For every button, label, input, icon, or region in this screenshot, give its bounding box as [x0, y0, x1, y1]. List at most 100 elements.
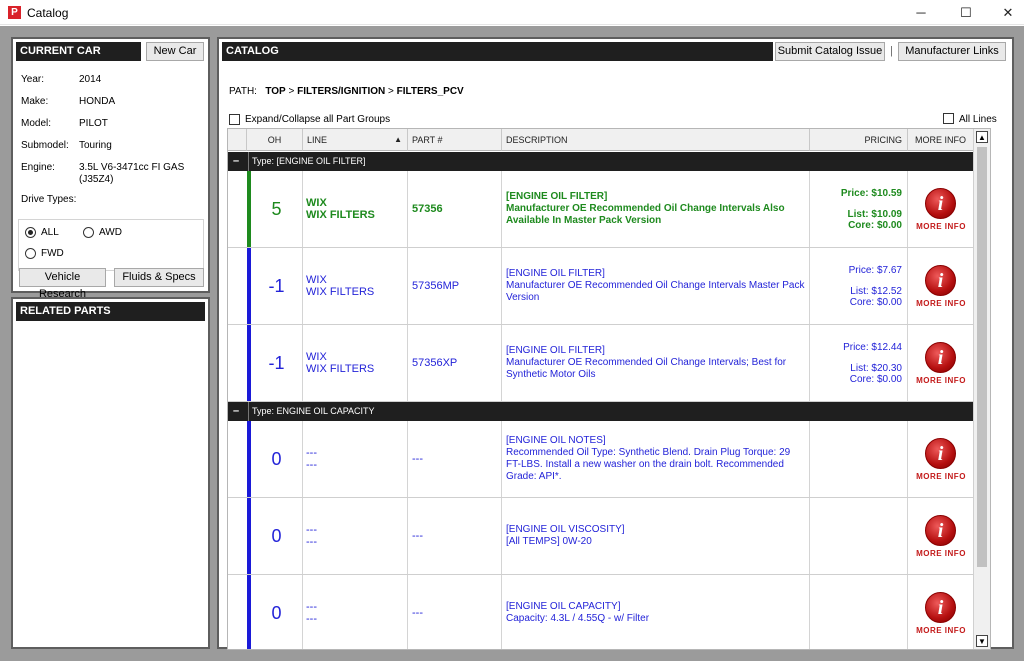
- oh-cell: 5: [251, 171, 303, 247]
- path-filters-ignition[interactable]: FILTERS/IGNITION: [297, 86, 385, 97]
- part-number-cell[interactable]: ---: [408, 575, 502, 649]
- group-header-oil-capacity[interactable]: – Type: ENGINE OIL CAPACITY: [228, 402, 990, 421]
- make-value: HONDA: [79, 96, 116, 107]
- line-cell: --- ---: [303, 575, 408, 649]
- part-number-cell[interactable]: ---: [408, 498, 502, 574]
- description-cell: [ENGINE OIL FILTER] Manufacturer OE Reco…: [502, 325, 810, 401]
- more-info-cell[interactable]: i MORE INFO: [908, 325, 974, 401]
- engine-label: Engine:: [21, 162, 55, 173]
- description-cell: [ENGINE OIL FILTER] Manufacturer OE Reco…: [502, 248, 810, 324]
- core-price: Core: $0.00: [849, 374, 902, 385]
- submit-catalog-issue-button[interactable]: Submit Catalog Issue: [775, 42, 885, 61]
- part-number-cell[interactable]: 57356MP: [408, 248, 502, 324]
- line-cell: WIX WIX FILTERS: [303, 325, 408, 401]
- oh-cell: -1: [251, 248, 303, 324]
- drive-all-label: ALL: [41, 227, 59, 238]
- group-header-oil-filter[interactable]: – Type: [ENGINE OIL FILTER]: [228, 152, 990, 171]
- scroll-up-icon[interactable]: ▲: [976, 131, 988, 143]
- header-separator: |: [890, 45, 893, 57]
- desc-title: [ENGINE OIL VISCOSITY]: [506, 524, 625, 535]
- col-more-info[interactable]: MORE INFO: [908, 129, 974, 151]
- more-info-label[interactable]: MORE INFO: [908, 549, 974, 558]
- drive-fwd-label: FWD: [41, 248, 64, 259]
- drive-all-radio[interactable]: [25, 227, 36, 238]
- more-info-cell[interactable]: i MORE INFO: [908, 498, 974, 574]
- more-info-label[interactable]: MORE INFO: [908, 299, 974, 308]
- info-icon[interactable]: i: [925, 515, 956, 546]
- expand-collapse-checkbox[interactable]: [229, 114, 240, 125]
- info-icon[interactable]: i: [925, 342, 956, 373]
- line-cell: --- ---: [303, 498, 408, 574]
- table-row[interactable]: -1 WIX WIX FILTERS 57356XP [ENGINE OIL F…: [228, 325, 984, 402]
- part-number-cell[interactable]: 57356: [408, 171, 502, 247]
- desc-body: [All TEMPS] 0W-20: [506, 536, 592, 547]
- table-row[interactable]: 5 WIX WIX FILTERS 57356 [ENGINE OIL FILT…: [228, 171, 984, 248]
- col-pricing[interactable]: PRICING: [810, 129, 908, 151]
- engine-value: 3.5L V6-3471cc FI GAS (J35Z4): [79, 162, 185, 185]
- drive-types-label: Drive Types:: [21, 194, 77, 205]
- submodel-label: Submodel:: [21, 140, 69, 151]
- path-top[interactable]: TOP: [265, 86, 285, 97]
- model-label: Model:: [21, 118, 52, 129]
- more-info-label[interactable]: MORE INFO: [908, 472, 974, 481]
- oh-cell: 0: [251, 575, 303, 649]
- line-cell: WIX WIX FILTERS: [303, 171, 408, 247]
- part-number-cell[interactable]: ---: [408, 421, 502, 497]
- pricing-cell: [810, 421, 908, 497]
- table-row[interactable]: 0 --- --- --- [ENGINE OIL NOTES] Recomme…: [228, 421, 984, 498]
- maximize-button[interactable]: ☐: [944, 0, 988, 25]
- info-icon[interactable]: i: [925, 265, 956, 296]
- path-label: PATH:: [229, 86, 257, 97]
- current-car-panel: CURRENT CAR New Car Year: 2014 Make: HON…: [11, 37, 210, 300]
- col-description[interactable]: DESCRIPTION: [502, 129, 810, 151]
- new-car-button[interactable]: New Car: [146, 42, 204, 61]
- all-lines-label: All Lines: [959, 114, 997, 125]
- drive-fwd-radio[interactable]: [25, 248, 36, 259]
- col-line[interactable]: LINE ▲: [303, 129, 408, 151]
- core-price: Core: $0.00: [849, 297, 902, 308]
- col-part[interactable]: PART #: [408, 129, 502, 151]
- line-name: WIX FILTERS: [306, 286, 375, 298]
- line-code: ---: [306, 601, 317, 613]
- manufacturer-links-button[interactable]: Manufacturer Links: [898, 42, 1006, 61]
- vehicle-research-button[interactable]: Vehicle Research: [19, 268, 106, 300]
- group-label: Type: [ENGINE OIL FILTER]: [248, 152, 366, 171]
- desc-title: [ENGINE OIL NOTES]: [506, 435, 606, 446]
- collapse-icon[interactable]: –: [233, 152, 243, 171]
- table-row[interactable]: 0 --- --- --- [ENGINE OIL VISCOSITY] [Al…: [228, 498, 984, 575]
- more-info-label[interactable]: MORE INFO: [908, 626, 974, 635]
- fluids-specs-button[interactable]: Fluids & Specs: [114, 268, 204, 287]
- more-info-label[interactable]: MORE INFO: [908, 222, 974, 231]
- table-row[interactable]: -1 WIX WIX FILTERS 57356MP [ENGINE OIL F…: [228, 248, 984, 325]
- submodel-value: Touring: [79, 140, 112, 151]
- more-info-cell[interactable]: i MORE INFO: [908, 421, 974, 497]
- info-icon[interactable]: i: [925, 592, 956, 623]
- desc-body: Recommended Oil Type: Synthetic Blend. D…: [506, 447, 791, 482]
- year-label: Year:: [21, 74, 44, 85]
- more-info-cell[interactable]: i MORE INFO: [908, 171, 974, 247]
- scroll-thumb[interactable]: [977, 147, 987, 567]
- col-oh[interactable]: OH: [247, 129, 303, 151]
- core-price: Core: $0.00: [848, 220, 902, 231]
- app-icon: P: [8, 6, 21, 19]
- more-info-cell[interactable]: i MORE INFO: [908, 575, 974, 649]
- scroll-down-icon[interactable]: ▼: [976, 635, 988, 647]
- close-button[interactable]: ✕: [986, 0, 1024, 25]
- minimize-button[interactable]: ─: [899, 0, 943, 25]
- part-number-cell[interactable]: 57356XP: [408, 325, 502, 401]
- all-lines-checkbox[interactable]: [943, 113, 954, 124]
- vertical-scrollbar[interactable]: ▲ ▼: [973, 129, 990, 649]
- oh-cell: 0: [251, 421, 303, 497]
- oh-cell: 0: [251, 498, 303, 574]
- more-info-cell[interactable]: i MORE INFO: [908, 248, 974, 324]
- info-icon[interactable]: i: [925, 188, 956, 219]
- description-cell: [ENGINE OIL VISCOSITY] [All TEMPS] 0W-20: [502, 498, 810, 574]
- path-filters-pcv[interactable]: FILTERS_PCV: [397, 86, 464, 97]
- path-separator: >: [288, 86, 295, 97]
- drive-awd-radio[interactable]: [83, 227, 94, 238]
- table-row[interactable]: 0 --- --- --- [ENGINE OIL CAPACITY] Capa…: [228, 575, 984, 649]
- line-cell: WIX WIX FILTERS: [303, 248, 408, 324]
- collapse-icon[interactable]: –: [233, 402, 243, 421]
- info-icon[interactable]: i: [925, 438, 956, 469]
- more-info-label[interactable]: MORE INFO: [908, 376, 974, 385]
